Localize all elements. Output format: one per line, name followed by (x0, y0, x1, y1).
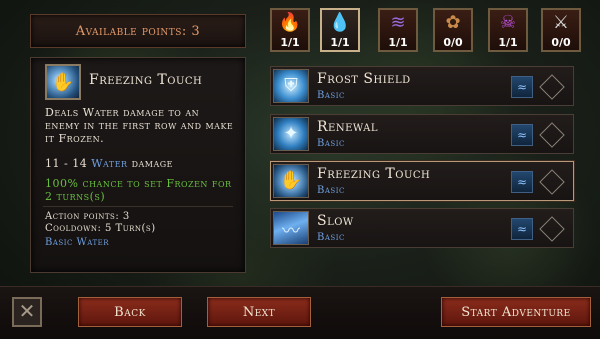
water-school-icon: ≈ (511, 76, 533, 98)
school-count: 1/1 (388, 36, 408, 49)
school-count: 1/1 (330, 36, 350, 49)
water-school-icon: ≈ (511, 124, 533, 146)
start-adventure-label: Start Adventure (461, 304, 571, 320)
close-icon: ✕ (18, 299, 36, 323)
air-school-icon: ≋ (390, 12, 406, 33)
next-button[interactable]: Next (207, 297, 311, 327)
close-button[interactable]: ✕ (12, 297, 42, 327)
renewal-icon: ✦ (273, 117, 309, 151)
detail-divider (43, 206, 233, 207)
school-count: 0/0 (551, 36, 571, 49)
next-label: Next (242, 304, 276, 320)
spell-name: Renewal (317, 119, 379, 135)
school-tab-earth[interactable]: ✿ 0/0 (433, 8, 473, 52)
spell-row-renewal[interactable]: ✦ Renewal Basic ≈ (270, 114, 574, 154)
spell-type: Basic (317, 185, 345, 196)
freezing-touch-icon: ✋ (273, 164, 309, 198)
school-tab-weapon[interactable]: ⚔ 0/0 (541, 8, 581, 52)
spell-name: Slow (317, 213, 354, 229)
school-count: 1/1 (498, 36, 518, 49)
damage-word: damage (131, 157, 173, 170)
slot-diamond-icon[interactable] (539, 74, 565, 100)
detail-tags: Basic Water (45, 237, 109, 248)
damage-type: Water (91, 157, 128, 170)
back-button[interactable]: Back (78, 297, 182, 327)
detail-damage: 11 - 14 Water damage (45, 157, 173, 170)
water-school-icon: ≈ (511, 218, 533, 240)
spell-name: Frost Shield (317, 71, 411, 87)
freezing-touch-icon: ✋ (45, 64, 81, 100)
spell-type: Basic (317, 138, 345, 149)
school-count: 0/0 (443, 36, 463, 49)
weapon-school-icon: ⚔ (552, 12, 570, 33)
school-tab-dark[interactable]: ☠ 1/1 (488, 8, 528, 52)
detail-chance: 100% chance to set Frozen for 2 turns(s) (45, 177, 232, 203)
slow-icon: 〰 (273, 211, 309, 245)
detail-action-points: Action points: 3 (45, 211, 130, 222)
slot-diamond-icon[interactable] (539, 122, 565, 148)
school-count: 1/1 (280, 36, 300, 49)
back-label: Back (114, 304, 146, 320)
spell-row-frost-shield[interactable]: ⛨ Frost Shield Basic ≈ (270, 66, 574, 106)
detail-title: Freezing Touch (89, 72, 203, 88)
available-points-banner: Available points: 3 (30, 14, 246, 48)
frost-shield-icon: ⛨ (273, 69, 309, 103)
earth-school-icon: ✿ (445, 12, 461, 33)
spell-type: Basic (317, 232, 345, 243)
spell-row-slow[interactable]: 〰 Slow Basic ≈ (270, 208, 574, 248)
water-school-icon: ≈ (511, 171, 533, 193)
spell-row-freezing-touch[interactable]: ✋ Freezing Touch Basic ≈ (270, 161, 574, 201)
damage-range: 11 - 14 (45, 157, 88, 170)
school-tab-fire[interactable]: 🔥 1/1 (270, 8, 310, 52)
dark-school-icon: ☠ (499, 12, 517, 33)
school-tab-air[interactable]: ≋ 1/1 (378, 8, 418, 52)
spell-type: Basic (317, 90, 345, 101)
school-tab-water[interactable]: 💧 1/1 (320, 8, 360, 52)
fire-school-icon: 🔥 (278, 12, 302, 33)
available-points-text: Available points: 3 (75, 23, 201, 39)
water-school-icon: 💧 (328, 12, 352, 33)
spell-name: Freezing Touch (317, 166, 431, 182)
detail-description: Deals Water damage to an enemy in the fi… (45, 106, 234, 145)
detail-cooldown: Cooldown: 5 Turn(s) (45, 223, 156, 234)
start-adventure-button[interactable]: Start Adventure (441, 297, 591, 327)
slot-diamond-icon[interactable] (539, 169, 565, 195)
slot-diamond-icon[interactable] (539, 216, 565, 242)
spell-detail-panel: ✋ Freezing Touch Deals Water damage to a… (30, 57, 246, 273)
